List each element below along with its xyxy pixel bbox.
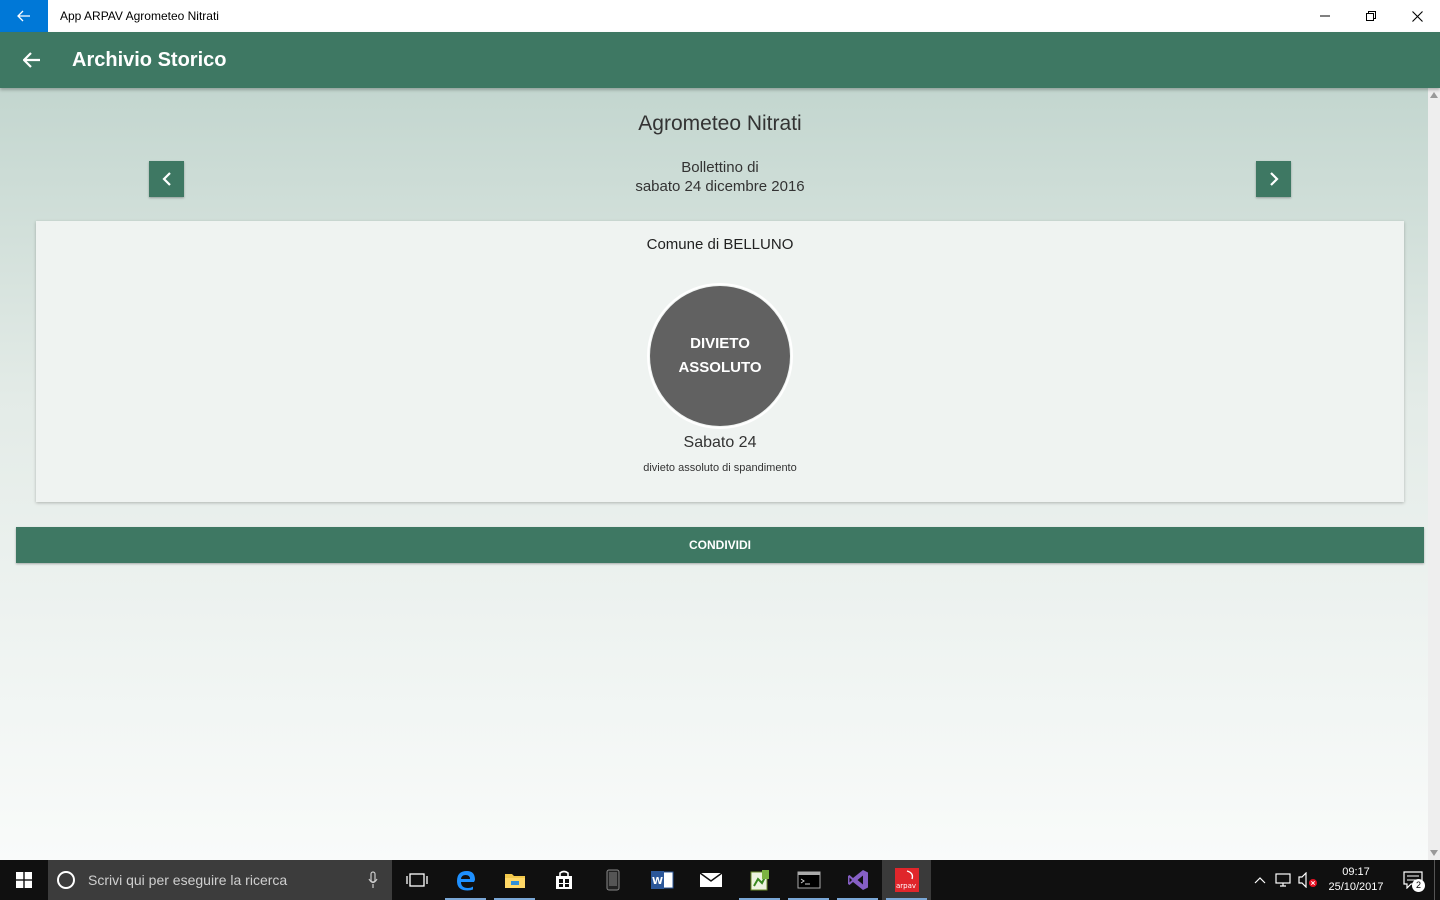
taskbar-notepad[interactable] bbox=[735, 860, 784, 900]
bulletin-date-value: sabato 24 dicembre 2016 bbox=[635, 178, 805, 195]
scroll-up-arrow[interactable] bbox=[1430, 91, 1438, 99]
notepad-icon bbox=[750, 870, 769, 891]
clock-date: 25/10/2017 bbox=[1328, 881, 1384, 893]
edge-icon bbox=[456, 871, 475, 891]
task-view-button[interactable] bbox=[392, 860, 441, 900]
terminal-icon bbox=[797, 871, 820, 889]
start-button[interactable] bbox=[0, 860, 48, 900]
arpav-app-icon: arpav bbox=[894, 868, 919, 892]
taskbar-file-explorer[interactable] bbox=[490, 860, 539, 900]
triangle-down-icon bbox=[1430, 850, 1438, 856]
minimize-button[interactable] bbox=[1302, 0, 1348, 32]
taskbar-edge[interactable] bbox=[441, 860, 490, 900]
windows-logo-icon bbox=[16, 872, 32, 888]
window-back-button[interactable] bbox=[0, 0, 48, 32]
microphone-icon[interactable] bbox=[368, 871, 378, 889]
taskbar-mail[interactable] bbox=[686, 860, 735, 900]
taskbar-search-box[interactable]: Scrivi qui per eseguire la ricerca bbox=[48, 860, 392, 900]
comune-name: Comune di BELLUNO bbox=[646, 236, 794, 253]
scroll-down-arrow[interactable] bbox=[1430, 849, 1438, 857]
chevron-left-icon bbox=[161, 172, 171, 186]
mail-icon bbox=[699, 872, 722, 887]
svg-text:arpav: arpav bbox=[895, 882, 915, 890]
status-badge: DIVIETO ASSOLUTO bbox=[647, 283, 793, 429]
page-title: Archivio Storico bbox=[72, 48, 227, 71]
restore-button[interactable] bbox=[1348, 0, 1394, 32]
taskbar-visual-studio[interactable] bbox=[833, 860, 882, 900]
tray-volume[interactable] bbox=[1296, 860, 1320, 900]
taskbar-phone[interactable] bbox=[588, 860, 637, 900]
file-explorer-icon bbox=[504, 874, 525, 888]
restore-icon bbox=[1366, 11, 1376, 21]
svg-text:W: W bbox=[651, 876, 662, 887]
arrow-left-icon bbox=[23, 52, 40, 68]
clock-time: 09:17 bbox=[1342, 866, 1370, 878]
tray-overflow-button[interactable] bbox=[1248, 860, 1272, 900]
minimize-icon bbox=[1320, 15, 1330, 17]
network-icon bbox=[1275, 873, 1291, 887]
share-button[interactable]: CONDIVIDI bbox=[16, 527, 1424, 563]
phone-icon bbox=[606, 869, 619, 891]
arrow-left-icon bbox=[17, 10, 30, 22]
notification-count-badge: 2 bbox=[1412, 879, 1425, 892]
word-icon: W bbox=[650, 871, 673, 889]
windows-taskbar: Scrivi qui per eseguire la ricerca W arp… bbox=[0, 860, 1440, 900]
visual-studio-icon bbox=[847, 870, 868, 890]
previous-bulletin-button[interactable] bbox=[149, 161, 184, 197]
search-placeholder: Scrivi qui per eseguire la ricerca bbox=[88, 872, 288, 888]
status-circle: DIVIETO ASSOLUTO bbox=[650, 286, 790, 426]
bulletin-label: Bollettino di bbox=[681, 159, 759, 176]
status-text-line2: ASSOLUTO bbox=[678, 359, 762, 376]
taskbar-word[interactable]: W bbox=[637, 860, 686, 900]
taskbar-store[interactable] bbox=[539, 860, 588, 900]
bulletin-day: Sabato 24 bbox=[683, 434, 757, 451]
section-heading: Agrometeo Nitrati bbox=[638, 112, 802, 135]
volume-muted-icon bbox=[1298, 872, 1317, 888]
main-content: Agrometeo Nitrati Bollettino di sabato 2… bbox=[0, 88, 1428, 860]
chevron-right-icon bbox=[1269, 172, 1279, 186]
tray-network[interactable] bbox=[1272, 860, 1296, 900]
close-button[interactable] bbox=[1394, 0, 1440, 32]
action-center-button[interactable]: 2 bbox=[1392, 860, 1434, 900]
status-text-line1: DIVIETO bbox=[690, 335, 750, 352]
system-tray: 09:17 25/10/2017 2 bbox=[1248, 860, 1440, 900]
chevron-up-icon bbox=[1254, 877, 1266, 884]
show-desktop-button[interactable] bbox=[1434, 860, 1440, 900]
taskbar-clock[interactable]: 09:17 25/10/2017 bbox=[1320, 865, 1392, 895]
task-view-icon bbox=[405, 873, 428, 887]
window-titlebar: App ARPAV Agrometeo Nitrati bbox=[0, 0, 1440, 32]
back-button[interactable] bbox=[0, 32, 64, 88]
app-header: Archivio Storico bbox=[0, 32, 1440, 88]
triangle-up-icon bbox=[1430, 92, 1438, 98]
taskbar-arpav-app[interactable]: arpav bbox=[882, 860, 931, 900]
vertical-scrollbar[interactable] bbox=[1428, 88, 1440, 860]
cortana-icon bbox=[57, 871, 75, 889]
bulletin-date: Bollettino di sabato 24 dicembre 2016 bbox=[0, 158, 1440, 196]
close-icon bbox=[1411, 10, 1423, 22]
window-title: App ARPAV Agrometeo Nitrati bbox=[60, 9, 219, 23]
store-icon bbox=[555, 870, 572, 889]
taskbar-terminal[interactable] bbox=[784, 860, 833, 900]
next-bulletin-button[interactable] bbox=[1256, 161, 1291, 197]
bulletin-card: Comune di BELLUNO DIVIETO ASSOLUTO Sabat… bbox=[36, 221, 1404, 502]
status-description: divieto assoluto di spandimento bbox=[643, 462, 797, 474]
